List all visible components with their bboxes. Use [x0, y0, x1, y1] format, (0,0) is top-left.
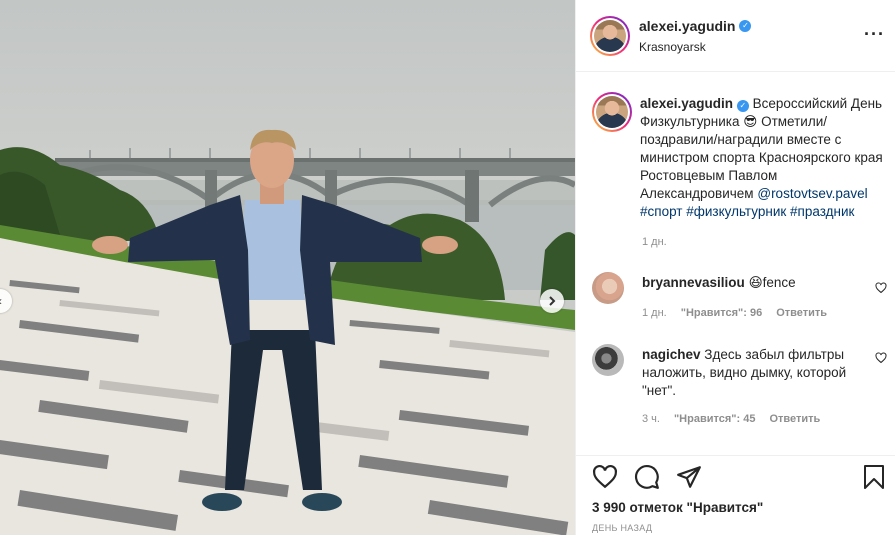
chevron-left-icon: ‹ [0, 294, 2, 308]
comment-meta: 3 ч. "Нравится": 45 Ответить [642, 413, 820, 425]
comment-meta: 1 дн. "Нравится": 96 Ответить [642, 307, 827, 319]
next-photo-button[interactable] [540, 289, 564, 313]
author-avatar[interactable] [590, 16, 630, 56]
verified-badge-icon: ✓ [739, 20, 752, 32]
chevron-right-icon [549, 296, 556, 306]
post-actions: 3 990 отметок "Нравится" ДЕНЬ НАЗАД [576, 455, 895, 535]
reply-button[interactable]: Ответить [776, 307, 827, 319]
post-location[interactable]: Krasnoyarsk [639, 40, 706, 54]
more-options-icon[interactable]: ··· [864, 24, 885, 45]
comment-time[interactable]: 3 ч. [642, 413, 660, 425]
bookmark-icon[interactable] [862, 464, 886, 490]
likes-count[interactable]: 3 990 отметок "Нравится" [592, 500, 763, 515]
commenter-avatar[interactable] [592, 272, 624, 304]
post-panel: alexei.yagudin ✓ Krasnoyarsk ··· alexei.… [575, 0, 895, 535]
comment-username[interactable]: nagichev [642, 347, 701, 362]
posted-time: ДЕНЬ НАЗАД [592, 523, 653, 533]
post-header: alexei.yagudin ✓ Krasnoyarsk ··· [576, 0, 895, 72]
post-photo[interactable]: ‹ [0, 0, 575, 535]
comment-username[interactable]: bryannevasiliou [642, 275, 745, 290]
comment-text: nagichev Здесь забыл фильтры наложить, в… [642, 346, 857, 400]
comment-body: 😆fence [748, 275, 796, 290]
comment-heart-icon[interactable] [875, 352, 887, 364]
comment-icon[interactable] [634, 464, 660, 490]
comment-item: nagichev Здесь забыл фильтры наложить, в… [592, 344, 887, 434]
verified-badge-icon: ✓ [736, 100, 749, 112]
share-icon[interactable] [676, 464, 702, 490]
comment-likes[interactable]: "Нравится": 45 [674, 413, 755, 425]
author-username-row[interactable]: alexei.yagudin ✓ [639, 18, 752, 34]
caption-hashtags[interactable]: #спорт #физкультурник #праздник [640, 204, 854, 219]
caption-username[interactable]: alexei.yagudin [640, 96, 733, 111]
heart-icon[interactable] [592, 464, 618, 490]
comment-likes[interactable]: "Нравится": 96 [681, 307, 762, 319]
caption-text: alexei.yagudin ✓ Всероссийский День Физк… [640, 95, 885, 221]
caption-mention-link[interactable]: @rostovtsev.pavel [757, 186, 867, 201]
reply-button[interactable]: Ответить [769, 413, 820, 425]
caption-time: 1 дн. [642, 236, 667, 248]
photo-scene [0, 0, 575, 535]
comment-heart-icon[interactable] [875, 282, 887, 294]
commenter-avatar[interactable] [592, 344, 624, 376]
comment-time[interactable]: 1 дн. [642, 307, 667, 319]
action-icons [592, 464, 702, 490]
comment-text: bryannevasiliou 😆fence [642, 274, 857, 292]
caption-avatar[interactable] [592, 92, 632, 132]
comment-item: bryannevasiliou 😆fence 1 дн. "Нравится":… [592, 272, 887, 328]
author-username[interactable]: alexei.yagudin [639, 18, 735, 34]
